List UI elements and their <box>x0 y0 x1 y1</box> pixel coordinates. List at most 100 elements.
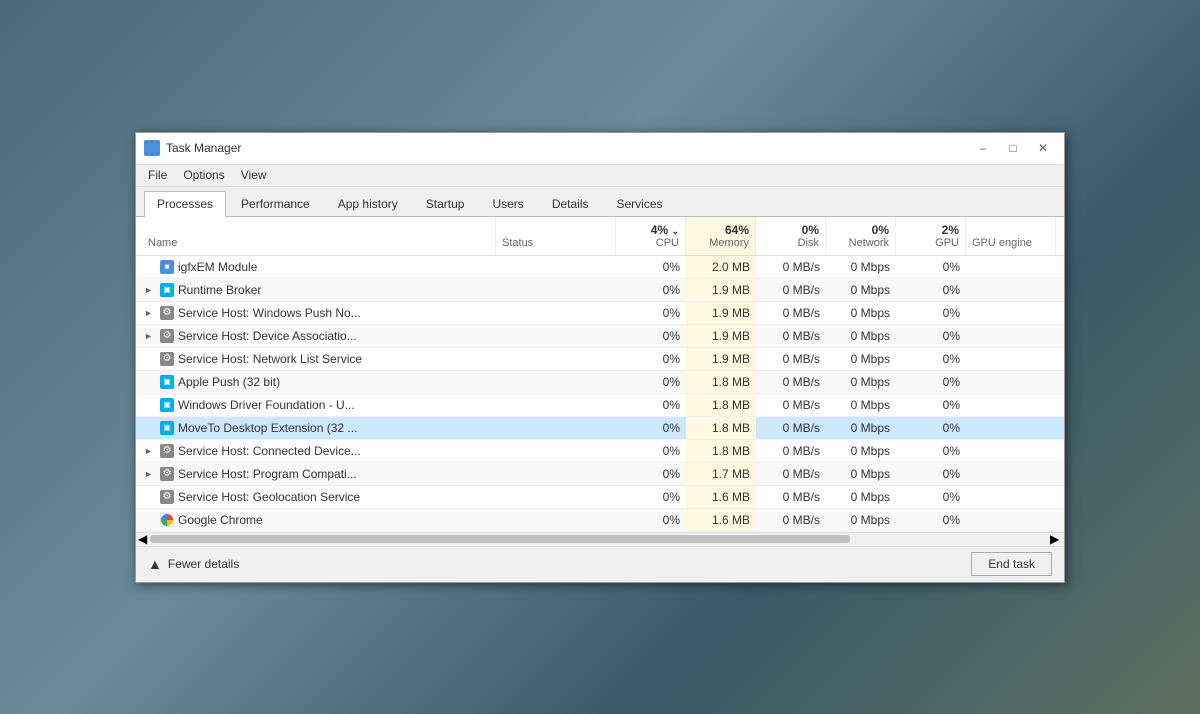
process-gpu-engine <box>966 424 1056 432</box>
process-gpu-engine <box>966 286 1056 294</box>
gear-icon: ⚙ <box>160 444 174 458</box>
process-memory: 1.8 MB <box>686 440 756 462</box>
tab-performance[interactable]: Performance <box>228 191 323 216</box>
process-memory: 1.8 MB <box>686 371 756 393</box>
menu-view[interactable]: View <box>233 166 275 184</box>
table-row[interactable]: ► ⚙ Service Host: Device Associatio... 0… <box>136 325 1064 348</box>
col-status[interactable]: Status <box>496 217 616 255</box>
menu-options[interactable]: Options <box>175 166 232 184</box>
process-memory: 2.0 MB <box>686 256 756 278</box>
process-gpu-engine <box>966 447 1056 455</box>
app-icon <box>144 140 160 156</box>
table-row[interactable]: ⚙ Service Host: Network List Service 0% … <box>136 348 1064 371</box>
table-row[interactable]: ▣ MoveTo Desktop Extension (32 ... 0% 1.… <box>136 417 1064 440</box>
process-network: 0 Mbps <box>826 509 896 531</box>
horizontal-scrollbar[interactable]: ◀ ▶ <box>136 532 1064 546</box>
process-disk: 0 MB/s <box>756 256 826 278</box>
process-cpu: 0% <box>616 394 686 416</box>
app-icon: ■ <box>160 260 174 274</box>
expand-arrow[interactable]: ► <box>144 308 156 318</box>
chevron-up-icon: ▲ <box>148 556 162 572</box>
chrome-icon <box>160 513 174 527</box>
process-memory: 1.9 MB <box>686 279 756 301</box>
process-gpu: 0% <box>896 509 966 531</box>
expand-arrow[interactable]: ► <box>144 331 156 341</box>
process-network: 0 Mbps <box>826 256 896 278</box>
process-cpu: 0% <box>616 348 686 370</box>
expand-placeholder <box>144 492 156 502</box>
tab-processes[interactable]: Processes <box>144 191 226 217</box>
process-memory: 1.8 MB <box>686 417 756 439</box>
table-row[interactable]: ■ igfxEM Module 0% 2.0 MB 0 MB/s 0 Mbps … <box>136 256 1064 279</box>
table-row[interactable]: Google Chrome 0% 1.6 MB 0 MB/s 0 Mbps 0% <box>136 509 1064 532</box>
process-network: 0 Mbps <box>826 371 896 393</box>
process-name: ► ▣ Runtime Broker <box>136 279 496 301</box>
process-gpu: 0% <box>896 302 966 324</box>
process-gpu: 0% <box>896 394 966 416</box>
expand-arrow[interactable]: ► <box>144 285 156 295</box>
gear-icon: ⚙ <box>160 329 174 343</box>
expand-placeholder <box>144 515 156 525</box>
minimize-button[interactable]: – <box>970 138 996 158</box>
process-gpu: 0% <box>896 325 966 347</box>
col-gpu-engine[interactable]: GPU engine <box>966 217 1056 255</box>
expand-placeholder <box>144 354 156 364</box>
table-row[interactable]: ► ⚙ Service Host: Connected Device... 0%… <box>136 440 1064 463</box>
fewer-details-button[interactable]: ▲ Fewer details <box>148 556 239 572</box>
scroll-thumb[interactable] <box>150 535 850 543</box>
table-row[interactable]: ▣ Apple Push (32 bit) 0% 1.8 MB 0 MB/s 0… <box>136 371 1064 394</box>
process-name: Google Chrome <box>136 509 496 531</box>
process-name: ■ igfxEM Module <box>136 256 496 278</box>
expand-arrow[interactable]: ► <box>144 446 156 456</box>
process-status <box>496 493 616 501</box>
expand-placeholder <box>144 400 156 410</box>
expand-arrow[interactable]: ► <box>144 469 156 479</box>
col-memory[interactable]: 64% Memory <box>686 217 756 255</box>
process-network: 0 Mbps <box>826 279 896 301</box>
process-name: ► ⚙ Service Host: Device Associatio... <box>136 325 496 347</box>
process-disk: 0 MB/s <box>756 325 826 347</box>
process-disk: 0 MB/s <box>756 417 826 439</box>
col-network[interactable]: 0% Network <box>826 217 896 255</box>
process-memory: 1.9 MB <box>686 302 756 324</box>
tab-services[interactable]: Services <box>604 191 676 216</box>
table-row[interactable]: ⚙ Service Host: Geolocation Service 0% 1… <box>136 486 1064 509</box>
maximize-button[interactable]: □ <box>1000 138 1026 158</box>
scroll-right-btn[interactable]: ▶ <box>1050 532 1062 546</box>
process-cpu: 0% <box>616 325 686 347</box>
process-memory: 1.6 MB <box>686 509 756 531</box>
process-status <box>496 263 616 271</box>
end-task-button[interactable]: End task <box>971 552 1052 576</box>
process-gpu: 0% <box>896 348 966 370</box>
process-gpu-engine <box>966 470 1056 478</box>
scroll-left-btn[interactable]: ◀ <box>138 532 150 546</box>
process-gpu-engine <box>966 355 1056 363</box>
process-status <box>496 424 616 432</box>
tab-startup[interactable]: Startup <box>413 191 478 216</box>
tab-details[interactable]: Details <box>539 191 602 216</box>
process-gpu-engine <box>966 378 1056 386</box>
close-button[interactable]: ✕ <box>1030 138 1056 158</box>
process-memory: 1.8 MB <box>686 394 756 416</box>
menu-bar: File Options View <box>136 165 1064 187</box>
tab-app-history[interactable]: App history <box>325 191 411 216</box>
win-icon: ▣ <box>160 398 174 412</box>
col-disk[interactable]: 0% Disk <box>756 217 826 255</box>
col-gpu[interactable]: 2% GPU <box>896 217 966 255</box>
title-bar-left: Task Manager <box>144 140 241 156</box>
table-row[interactable]: ► ▣ Runtime Broker 0% 1.9 MB 0 MB/s 0 Mb… <box>136 279 1064 302</box>
col-name[interactable]: Name <box>136 217 496 255</box>
process-status <box>496 516 616 524</box>
process-gpu-engine <box>966 263 1056 271</box>
process-name: ► ⚙ Service Host: Connected Device... <box>136 440 496 462</box>
gear-icon: ⚙ <box>160 352 174 366</box>
table-row[interactable]: ▣ Windows Driver Foundation - U... 0% 1.… <box>136 394 1064 417</box>
table-row[interactable]: ► ⚙ Service Host: Windows Push No... 0% … <box>136 302 1064 325</box>
fewer-details-label: Fewer details <box>168 557 239 571</box>
tab-users[interactable]: Users <box>479 191 536 216</box>
process-status <box>496 309 616 317</box>
process-cpu: 0% <box>616 440 686 462</box>
col-cpu[interactable]: 4% ⌄ CPU <box>616 217 686 255</box>
menu-file[interactable]: File <box>140 166 175 184</box>
table-row[interactable]: ► ⚙ Service Host: Program Compati... 0% … <box>136 463 1064 486</box>
